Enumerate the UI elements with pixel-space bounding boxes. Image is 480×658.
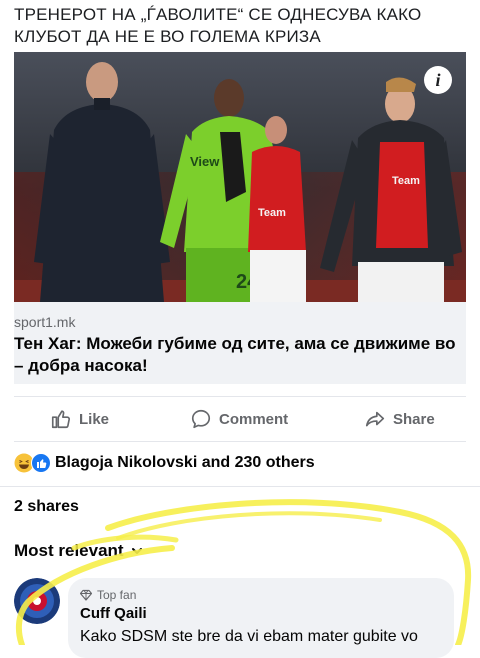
- comment-label: Comment: [219, 410, 289, 428]
- info-icon[interactable]: i: [424, 66, 452, 94]
- post-photo[interactable]: View 24 Team Team i: [14, 52, 466, 302]
- comment-icon: [191, 409, 211, 429]
- reactions-summary[interactable]: Blagoja Nikolovski and 230 others: [14, 452, 315, 474]
- like-icon: [31, 453, 51, 473]
- badge-label: Top fan: [97, 588, 137, 602]
- commenter-name[interactable]: Cuff Qaili: [80, 605, 147, 622]
- link-preview[interactable]: sport1.mk Тен Хаг: Можеби губиме од сите…: [14, 302, 466, 384]
- like-label: Like: [79, 410, 110, 428]
- link-title[interactable]: Тен Хаг: Можеби губиме од сите, ама се д…: [14, 333, 464, 377]
- reactions-text[interactable]: Blagoja Nikolovski and 230 others: [55, 454, 315, 472]
- chevron-down-icon: [131, 548, 142, 554]
- stadium-photo: View 24 Team Team: [14, 52, 466, 302]
- comment-text: Kako SDSM ste bre da vi ebam mater gubit…: [80, 628, 418, 645]
- divider: [0, 486, 480, 487]
- share-icon: [365, 411, 385, 427]
- shares-count[interactable]: 2 shares: [14, 498, 79, 516]
- post-actions-bar: Like Comment Share: [14, 396, 466, 442]
- comment-button[interactable]: Comment: [190, 397, 288, 441]
- share-label: Share: [393, 410, 435, 428]
- avatar[interactable]: [14, 578, 60, 624]
- jersey-sponsor-right: Team: [392, 175, 420, 187]
- link-domain: sport1.mk: [14, 314, 76, 330]
- thumbs-up-icon: [51, 410, 71, 429]
- top-fan-badge: Top fan: [80, 588, 136, 602]
- comment-sort-dropdown[interactable]: Most relevant: [14, 541, 143, 561]
- share-button[interactable]: Share: [364, 397, 435, 441]
- keeper-jersey-text: View: [190, 154, 220, 169]
- like-button[interactable]: Like: [50, 397, 109, 441]
- sort-label: Most relevant: [14, 541, 124, 560]
- jersey-sponsor-left: Team: [258, 207, 286, 219]
- club-crest-avatar: [14, 578, 60, 624]
- post-text: ТРЕНЕРОТ НА „ЃАВОЛИТЕ“ СЕ ОДНЕСУВА КАКО …: [14, 5, 422, 46]
- comment-bubble: Top fan Cuff Qaili Kako SDSM ste bre da …: [68, 578, 454, 658]
- diamond-icon: [80, 589, 92, 601]
